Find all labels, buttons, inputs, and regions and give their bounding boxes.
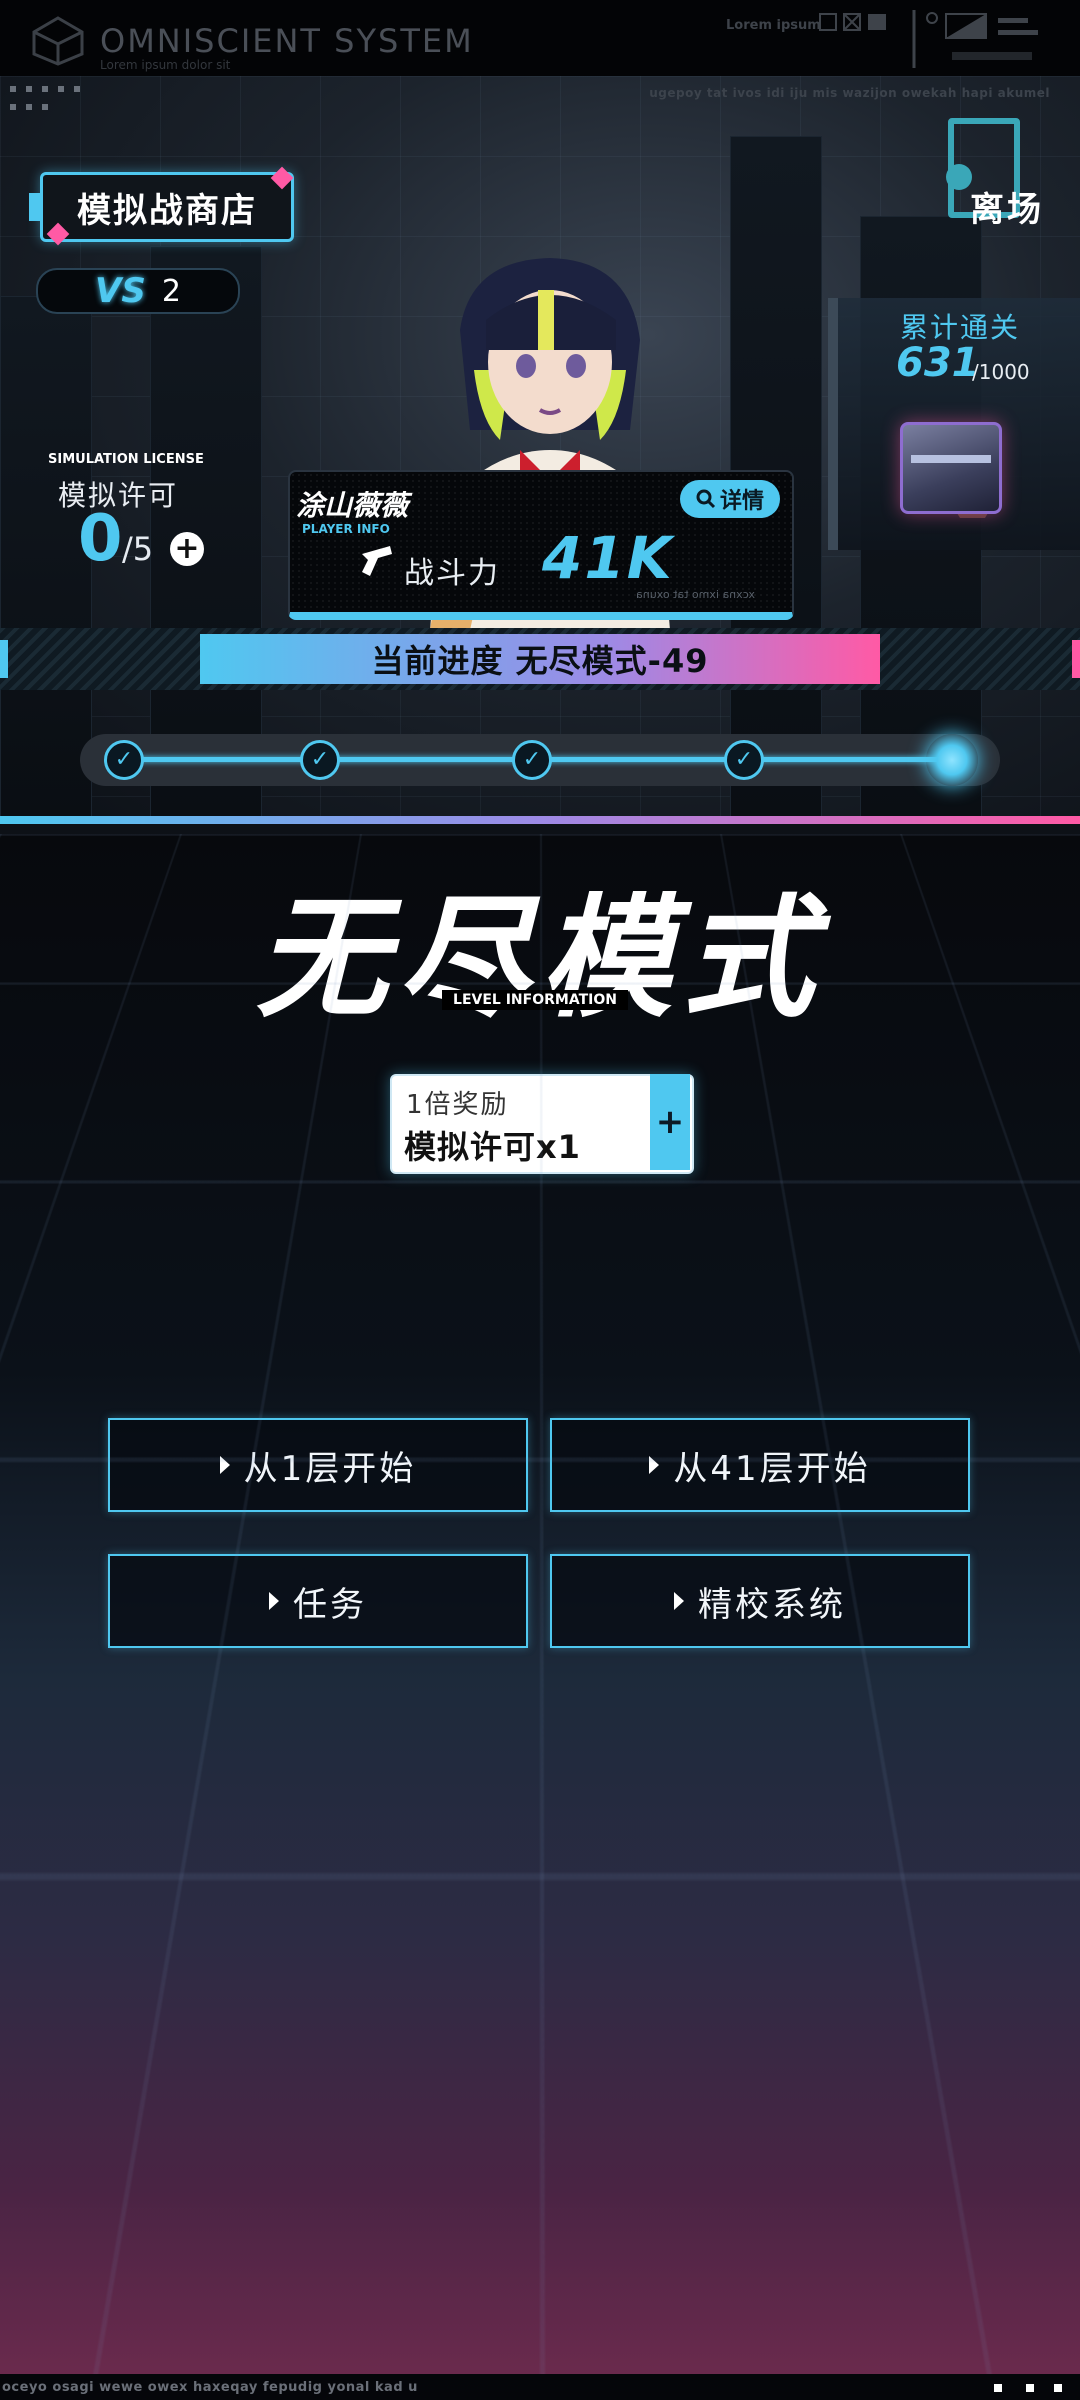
scrolling-flavor-text: ugepoy tat ivos idi iju mis wazijon owek… [649,86,1050,100]
system-subtitle: Lorem ipsum dolor sit [100,58,231,72]
reward-multiplier: 1倍奖励 [406,1090,509,1120]
reward-chest-icon[interactable] [900,422,1002,514]
vs-count: 2 [161,273,181,309]
check-icon: ✓ [300,740,340,780]
magnifier-icon [696,489,716,509]
play-triangle-icon [219,1456,230,1474]
clear-total: /1000 [972,360,1030,384]
start-floor-41-label: 从41层开始 [673,1448,871,1489]
reward-plus-button[interactable]: + [650,1074,690,1170]
check-icon: ✓ [104,740,144,780]
exit-button-label[interactable]: 离场 [970,182,1044,231]
mission-label: 任务 [293,1584,367,1625]
ticker-dot [994,2384,1002,2392]
mission-button[interactable]: 任务 [108,1554,528,1648]
progress-label: 当前进度 无尽模式-49 [371,642,709,680]
start-floor-1-button[interactable]: 从1层开始 [108,1418,528,1512]
calibration-system-label: 精校系统 [698,1584,846,1625]
shop-label: 模拟战商店 [77,190,257,231]
play-triangle-icon [674,1592,684,1610]
vs-logo-icon: VS [95,271,146,311]
vs-ticket-counter[interactable]: VS 2 [36,268,240,314]
divider-shadow [0,824,1080,834]
status-cluster-icon [912,10,1038,68]
check-icon: ✓ [512,740,552,780]
start-floor-1-label: 从1层开始 [243,1448,417,1489]
current-progress-banner: 当前进度 无尽模式-49 [200,634,880,684]
power-label: 战斗力 [404,556,500,591]
gun-icon [362,546,392,576]
glow-dot-icon [926,734,978,786]
plus-circle-icon[interactable]: + [170,532,204,566]
system-lorem: Lorem ipsum [726,18,821,33]
detail-button[interactable]: 详情 [680,480,780,518]
reward-item: 模拟许可x1 [404,1128,581,1166]
shop-button[interactable]: 模拟战商店 [29,172,294,242]
ticker-text: oceyo osagi wewe owex haxeqay fepudig yo… [2,2380,418,2395]
window-controls-icon [819,13,886,31]
ticker-dot [1054,2384,1062,2392]
check-icon: ✓ [724,740,764,780]
mode-title: 无尽模式 [256,882,824,1036]
system-title: OMNISCIENT SYSTEM [100,22,474,60]
license-current-count: 0 [78,502,123,576]
strip-edge-left [0,640,8,678]
level-information-label: LEVEL INFORMATION [442,990,628,1010]
calibration-system-button[interactable]: 精校系统 [550,1554,970,1648]
license-max-count: /5 [122,530,154,568]
system-logo-icon [32,16,84,66]
detail-label: 详情 [719,489,764,514]
strip-edge-right [1072,640,1080,678]
start-floor-41-button[interactable]: 从41层开始 [550,1418,970,1512]
license-label-en: SIMULATION LICENSE [48,452,204,467]
card-ghost-text: xcxna ixmo tat oxuna [636,588,756,601]
play-triangle-icon [269,1592,279,1610]
power-value: 41K [542,524,674,592]
clear-count: 631 [896,340,980,386]
player-name: 涂山薇薇 [296,489,409,522]
play-triangle-icon [649,1456,660,1474]
player-info-label: PLAYER INFO [302,522,390,536]
ticker-dot [1026,2384,1034,2392]
